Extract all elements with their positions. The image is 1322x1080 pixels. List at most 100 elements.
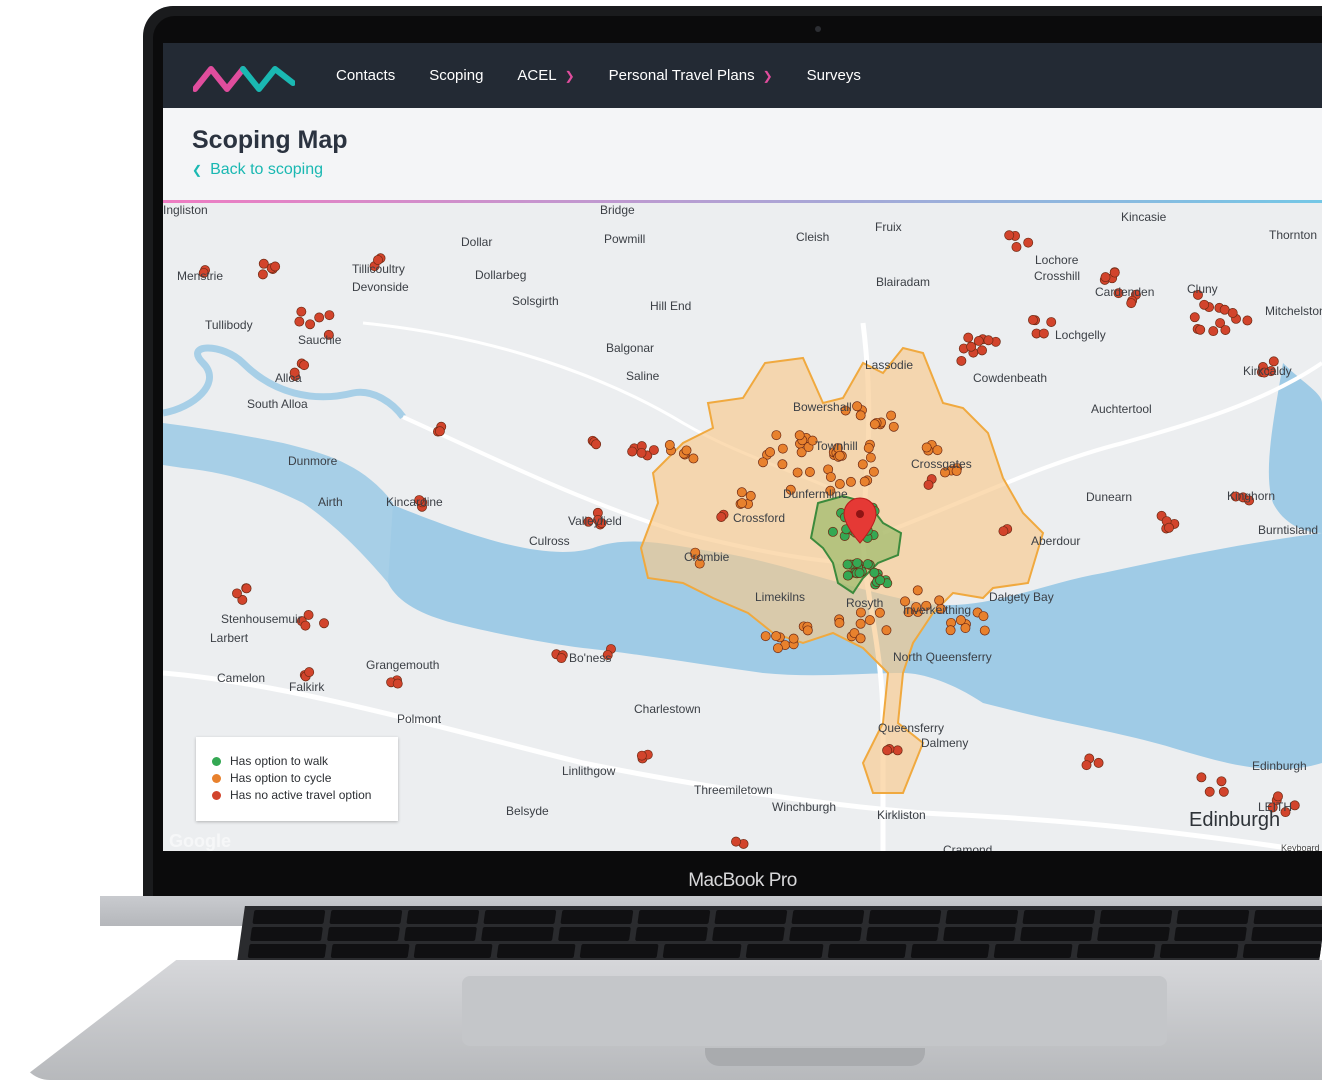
cycle-option-point[interactable] [869, 419, 880, 430]
cycle-option-point[interactable] [777, 459, 788, 470]
walk-option-point[interactable] [854, 568, 865, 578]
nav-surveys[interactable]: Surveys [807, 67, 861, 84]
no-active-travel-point[interactable] [1199, 299, 1210, 310]
cycle-option-point[interactable] [864, 615, 875, 626]
cycle-option-point[interactable] [834, 617, 845, 628]
cycle-option-point[interactable] [868, 466, 879, 477]
no-active-travel-point[interactable] [977, 345, 987, 356]
cycle-option-point[interactable] [845, 476, 856, 487]
cycle-option-point[interactable] [688, 453, 699, 464]
no-active-travel-point[interactable] [1242, 315, 1253, 326]
no-active-travel-point[interactable] [305, 319, 316, 330]
nav-acel[interactable]: ACEL ❯ [517, 67, 574, 84]
walk-option-point[interactable] [842, 570, 853, 581]
no-active-travel-point[interactable] [1189, 312, 1200, 323]
no-active-travel-point[interactable] [1126, 298, 1137, 309]
no-active-travel-point[interactable] [1220, 325, 1231, 336]
cycle-option-point[interactable] [758, 457, 768, 468]
no-active-travel-point[interactable] [627, 446, 638, 457]
cycle-option-point[interactable] [978, 611, 989, 622]
no-active-travel-point[interactable] [636, 750, 647, 761]
brand-logo[interactable] [193, 63, 295, 93]
no-active-travel-point[interactable] [1100, 272, 1111, 283]
cycle-option-point[interactable] [921, 442, 932, 453]
cycle-option-point[interactable] [886, 410, 897, 421]
cycle-option-point[interactable] [912, 585, 923, 596]
no-active-travel-point[interactable] [241, 583, 252, 594]
no-active-travel-point[interactable] [299, 360, 310, 371]
no-active-travel-point[interactable] [973, 336, 984, 346]
no-active-travel-point[interactable] [882, 745, 893, 756]
cycle-option-point[interactable] [804, 467, 815, 477]
no-active-travel-point[interactable] [1218, 786, 1229, 797]
no-active-travel-point[interactable] [983, 335, 994, 346]
no-active-travel-point[interactable] [1081, 760, 1092, 771]
cycle-option-point[interactable] [881, 625, 892, 636]
cycle-option-point[interactable] [852, 401, 863, 412]
scoping-map[interactable]: Bridge Kincasie Thornton Fruix Dollar Powmill… [163, 203, 1322, 851]
nav-personal-travel-plans[interactable]: Personal Travel Plans ❯ [609, 67, 773, 84]
no-active-travel-point[interactable] [1011, 241, 1022, 252]
cycle-option-point[interactable] [857, 459, 868, 470]
no-active-travel-point[interactable] [591, 439, 602, 450]
walk-option-point[interactable] [842, 559, 853, 570]
no-active-travel-point[interactable] [1023, 237, 1034, 248]
no-active-travel-point[interactable] [1204, 786, 1215, 797]
cycle-option-point[interactable] [945, 625, 956, 636]
cycle-option-point[interactable] [765, 447, 776, 458]
no-active-travel-point[interactable] [1196, 772, 1207, 783]
cycle-option-point[interactable] [859, 476, 870, 487]
no-active-travel-point[interactable] [716, 512, 727, 522]
cycle-option-point[interactable] [737, 498, 747, 509]
cycle-option-point[interactable] [855, 410, 866, 421]
cycle-option-point[interactable] [777, 443, 788, 454]
cycle-option-point[interactable] [771, 430, 782, 441]
keyboard-shortcuts-link[interactable]: Keyboard [1281, 843, 1320, 851]
no-active-travel-point[interactable] [956, 355, 967, 366]
no-active-travel-point[interactable] [1109, 267, 1120, 278]
no-active-travel-point[interactable] [270, 261, 281, 272]
no-active-travel-point[interactable] [1004, 230, 1015, 241]
cycle-option-point[interactable] [825, 472, 836, 483]
no-active-travel-point[interactable] [319, 618, 329, 629]
no-active-travel-point[interactable] [1093, 757, 1104, 768]
no-active-travel-point[interactable] [1046, 317, 1057, 327]
no-active-travel-point[interactable] [963, 332, 974, 343]
no-active-travel-point[interactable] [1216, 776, 1227, 787]
no-active-travel-point[interactable] [998, 526, 1009, 537]
cycle-option-point[interactable] [760, 631, 771, 642]
no-active-travel-point[interactable] [232, 588, 242, 599]
no-active-travel-point[interactable] [300, 620, 311, 631]
cycle-option-point[interactable] [772, 643, 783, 654]
no-active-travel-point[interactable] [296, 306, 307, 317]
no-active-travel-point[interactable] [923, 479, 934, 490]
cycle-option-point[interactable] [794, 430, 805, 441]
cycle-option-point[interactable] [888, 421, 899, 432]
cycle-option-point[interactable] [792, 467, 803, 478]
cycle-option-point[interactable] [855, 618, 866, 629]
no-active-travel-point[interactable] [1227, 308, 1238, 318]
nav-scoping[interactable]: Scoping [429, 67, 483, 84]
no-active-travel-point[interactable] [1028, 315, 1038, 325]
walk-option-point[interactable] [852, 558, 863, 568]
no-active-travel-point[interactable] [294, 316, 305, 327]
cycle-option-point[interactable] [788, 633, 799, 644]
no-active-travel-point[interactable] [1038, 328, 1049, 339]
no-active-travel-point[interactable] [636, 447, 647, 458]
no-active-travel-point[interactable] [1208, 326, 1219, 337]
walk-option-point[interactable] [862, 559, 873, 570]
cycle-option-point[interactable] [736, 487, 747, 498]
no-active-travel-point[interactable] [1195, 324, 1206, 335]
no-active-travel-point[interactable] [314, 312, 325, 323]
no-active-travel-point[interactable] [731, 836, 741, 847]
cycle-option-point[interactable] [863, 443, 874, 453]
cycle-option-point[interactable] [932, 445, 943, 456]
no-active-travel-point[interactable] [966, 341, 977, 352]
no-active-travel-point[interactable] [434, 426, 445, 437]
cycle-option-point[interactable] [745, 490, 756, 501]
no-active-travel-point[interactable] [1164, 522, 1174, 533]
no-active-travel-point[interactable] [257, 269, 268, 280]
no-active-travel-point[interactable] [892, 745, 903, 756]
cycle-option-point[interactable] [771, 631, 782, 642]
cycle-option-point[interactable] [681, 445, 692, 456]
